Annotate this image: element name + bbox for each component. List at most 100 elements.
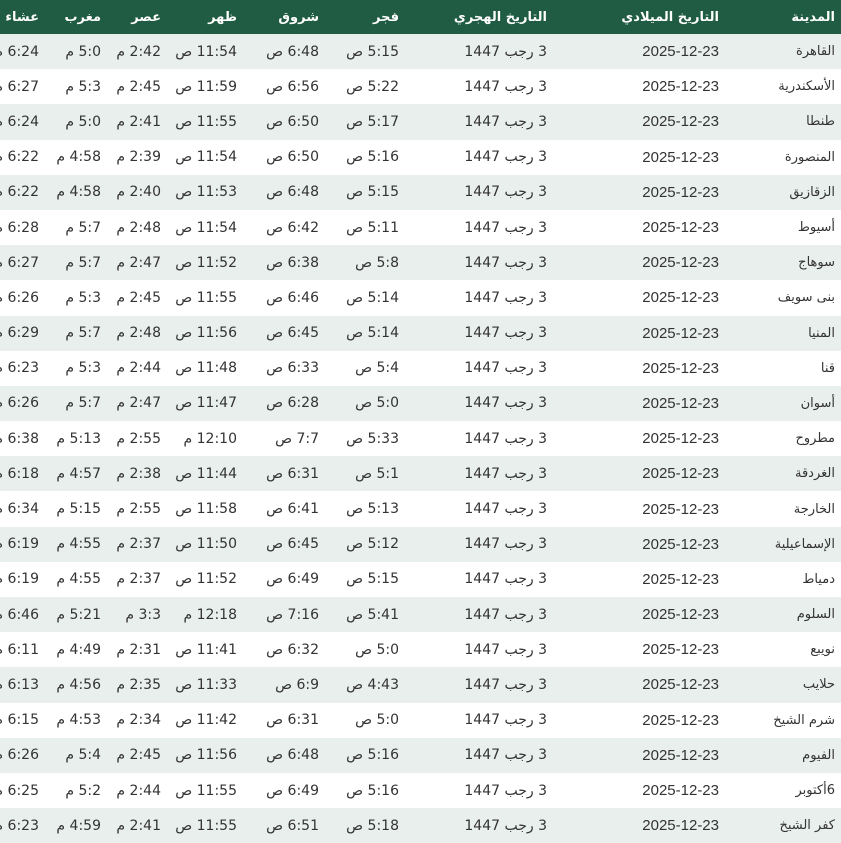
hijri-date-cell: 3 رجب 1447 <box>464 395 547 412</box>
isha-cell: 6:22 م <box>0 184 39 201</box>
gregorian-date-cell: 2025-12-23 <box>642 535 719 553</box>
table-row: الخارجة 2025-12-23 3 رجب 1447 5:13 ص 6:41 ص 1… <box>0 491 841 527</box>
hijri-date-cell: 3 رجب 1447 <box>464 676 547 693</box>
maghrib-cell: 5:3 م <box>65 289 101 306</box>
sunrise-cell: 6:41 ص <box>266 501 319 518</box>
isha-cell: 6:13 م <box>0 676 39 693</box>
maghrib-cell: 4:49 م <box>56 641 101 658</box>
isha-cell: 6:15 م <box>0 712 39 729</box>
gregorian-date-cell: 2025-12-23 <box>642 746 719 764</box>
sunrise-cell: 6:45 ص <box>266 536 319 553</box>
hijri-date-cell: 3 رجب 1447 <box>464 149 547 166</box>
header-isha: عشاء <box>5 9 39 25</box>
table-row: المنصورة 2025-12-23 3 رجب 1447 5:16 ص 6:50 ص… <box>0 139 841 175</box>
hijri-date-cell: 3 رجب 1447 <box>464 113 547 130</box>
gregorian-date-cell: 2025-12-23 <box>642 465 719 483</box>
city-cell: الأسكندرية <box>778 79 835 95</box>
sunrise-cell: 6:50 ص <box>266 113 319 130</box>
isha-cell: 6:27 م <box>0 78 39 95</box>
sunrise-cell: 6:9 ص <box>275 676 319 693</box>
dhuhr-cell: 12:18 م <box>183 606 237 623</box>
table-row: كفر الشيخ 2025-12-23 3 رجب 1447 5:18 ص 6:51 … <box>0 808 841 843</box>
isha-cell: 6:26 م <box>0 747 39 764</box>
asr-cell: 2:41 م <box>116 113 161 130</box>
sunrise-cell: 6:42 ص <box>266 219 319 236</box>
table-row: سوهاج 2025-12-23 3 رجب 1447 5:8 ص 6:38 ص 11:5… <box>0 245 841 281</box>
fajr-cell: 5:13 ص <box>346 501 399 518</box>
dhuhr-cell: 11:56 ص <box>175 747 237 764</box>
isha-cell: 6:25 م <box>0 782 39 799</box>
city-cell: بنى سويف <box>777 290 835 306</box>
dhuhr-cell: 11:42 ص <box>175 712 237 729</box>
gregorian-date-cell: 2025-12-23 <box>642 606 719 624</box>
dhuhr-cell: 11:54 ص <box>175 43 237 60</box>
asr-cell: 2:55 م <box>116 501 161 518</box>
gregorian-date-cell: 2025-12-23 <box>642 711 719 729</box>
isha-cell: 6:46 م <box>0 606 39 623</box>
table-header-row: المدينة التاريخ الميلادي التاريخ الهجري … <box>0 0 841 34</box>
fajr-cell: 5:0 ص <box>355 712 399 729</box>
hijri-date-cell: 3 رجب 1447 <box>464 536 547 553</box>
sunrise-cell: 6:31 ص <box>266 712 319 729</box>
dhuhr-cell: 11:52 ص <box>175 254 237 271</box>
table-row: المنيا 2025-12-23 3 رجب 1447 5:14 ص 6:45 ص 11… <box>0 315 841 351</box>
city-cell: أسيوط <box>797 220 835 236</box>
city-cell: دمياط <box>802 571 835 587</box>
asr-cell: 2:55 م <box>116 430 161 447</box>
dhuhr-cell: 11:47 ص <box>175 395 237 412</box>
header-dhuhr: ظهر <box>208 9 237 25</box>
table-row: بنى سويف 2025-12-23 3 رجب 1447 5:14 ص 6:46 ص… <box>0 280 841 316</box>
fajr-cell: 5:15 ص <box>346 43 399 60</box>
sunrise-cell: 6:28 ص <box>266 395 319 412</box>
dhuhr-cell: 11:55 ص <box>175 289 237 306</box>
hijri-date-cell: 3 رجب 1447 <box>464 747 547 764</box>
fajr-cell: 5:16 ص <box>346 149 399 166</box>
isha-cell: 6:23 م <box>0 817 39 834</box>
sunrise-cell: 6:48 ص <box>266 184 319 201</box>
hijri-date-cell: 3 رجب 1447 <box>464 571 547 588</box>
city-cell: شرم الشيخ <box>773 712 835 728</box>
dhuhr-cell: 11:52 ص <box>175 571 237 588</box>
fajr-cell: 5:14 ص <box>346 325 399 342</box>
maghrib-cell: 4:57 م <box>56 465 101 482</box>
sunrise-cell: 6:48 ص <box>266 43 319 60</box>
city-cell: الإسماعيلية <box>774 536 835 552</box>
dhuhr-cell: 11:58 ص <box>175 501 237 518</box>
maghrib-cell: 5:15 م <box>56 501 101 518</box>
gregorian-date-cell: 2025-12-23 <box>642 394 719 412</box>
table-row: شرم الشيخ 2025-12-23 3 رجب 1447 5:0 ص 6:31 ص… <box>0 702 841 738</box>
header-asr: عصر <box>131 9 161 25</box>
maghrib-cell: 5:4 م <box>65 747 101 764</box>
sunrise-cell: 6:50 ص <box>266 149 319 166</box>
fajr-cell: 4:43 ص <box>346 676 399 693</box>
sunrise-cell: 6:49 ص <box>266 571 319 588</box>
dhuhr-cell: 12:10 م <box>183 430 237 447</box>
sunrise-cell: 6:56 ص <box>266 78 319 95</box>
isha-cell: 6:24 م <box>0 113 39 130</box>
sunrise-cell: 6:49 ص <box>266 782 319 799</box>
sunrise-cell: 6:51 ص <box>266 817 319 834</box>
asr-cell: 2:44 م <box>116 782 161 799</box>
maghrib-cell: 4:55 م <box>56 536 101 553</box>
gregorian-date-cell: 2025-12-23 <box>642 43 719 61</box>
isha-cell: 6:19 م <box>0 571 39 588</box>
maghrib-cell: 5:2 م <box>65 782 101 799</box>
table-row: الأسكندرية 2025-12-23 3 رجب 1447 5:22 ص 6:56… <box>0 69 841 105</box>
gregorian-date-cell: 2025-12-23 <box>642 289 719 307</box>
sunrise-cell: 6:48 ص <box>266 747 319 764</box>
header-hijri-date: التاريخ الهجري <box>453 9 547 25</box>
sunrise-cell: 6:31 ص <box>266 465 319 482</box>
asr-cell: 2:40 م <box>116 184 161 201</box>
isha-cell: 6:38 م <box>0 430 39 447</box>
dhuhr-cell: 11:33 ص <box>175 676 237 693</box>
fajr-cell: 5:15 ص <box>346 184 399 201</box>
hijri-date-cell: 3 رجب 1447 <box>464 289 547 306</box>
hijri-date-cell: 3 رجب 1447 <box>464 817 547 834</box>
table-row: الغردقة 2025-12-23 3 رجب 1447 5:1 ص 6:31 ص 11… <box>0 456 841 492</box>
table-row: طنطا 2025-12-23 3 رجب 1447 5:17 ص 6:50 ص 11:5… <box>0 104 841 140</box>
maghrib-cell: 4:59 م <box>56 817 101 834</box>
gregorian-date-cell: 2025-12-23 <box>642 430 719 448</box>
hijri-date-cell: 3 رجب 1447 <box>464 712 547 729</box>
table-row: حلايب 2025-12-23 3 رجب 1447 4:43 ص 6:9 ص 11:3… <box>0 667 841 703</box>
maghrib-cell: 5:7 م <box>65 219 101 236</box>
